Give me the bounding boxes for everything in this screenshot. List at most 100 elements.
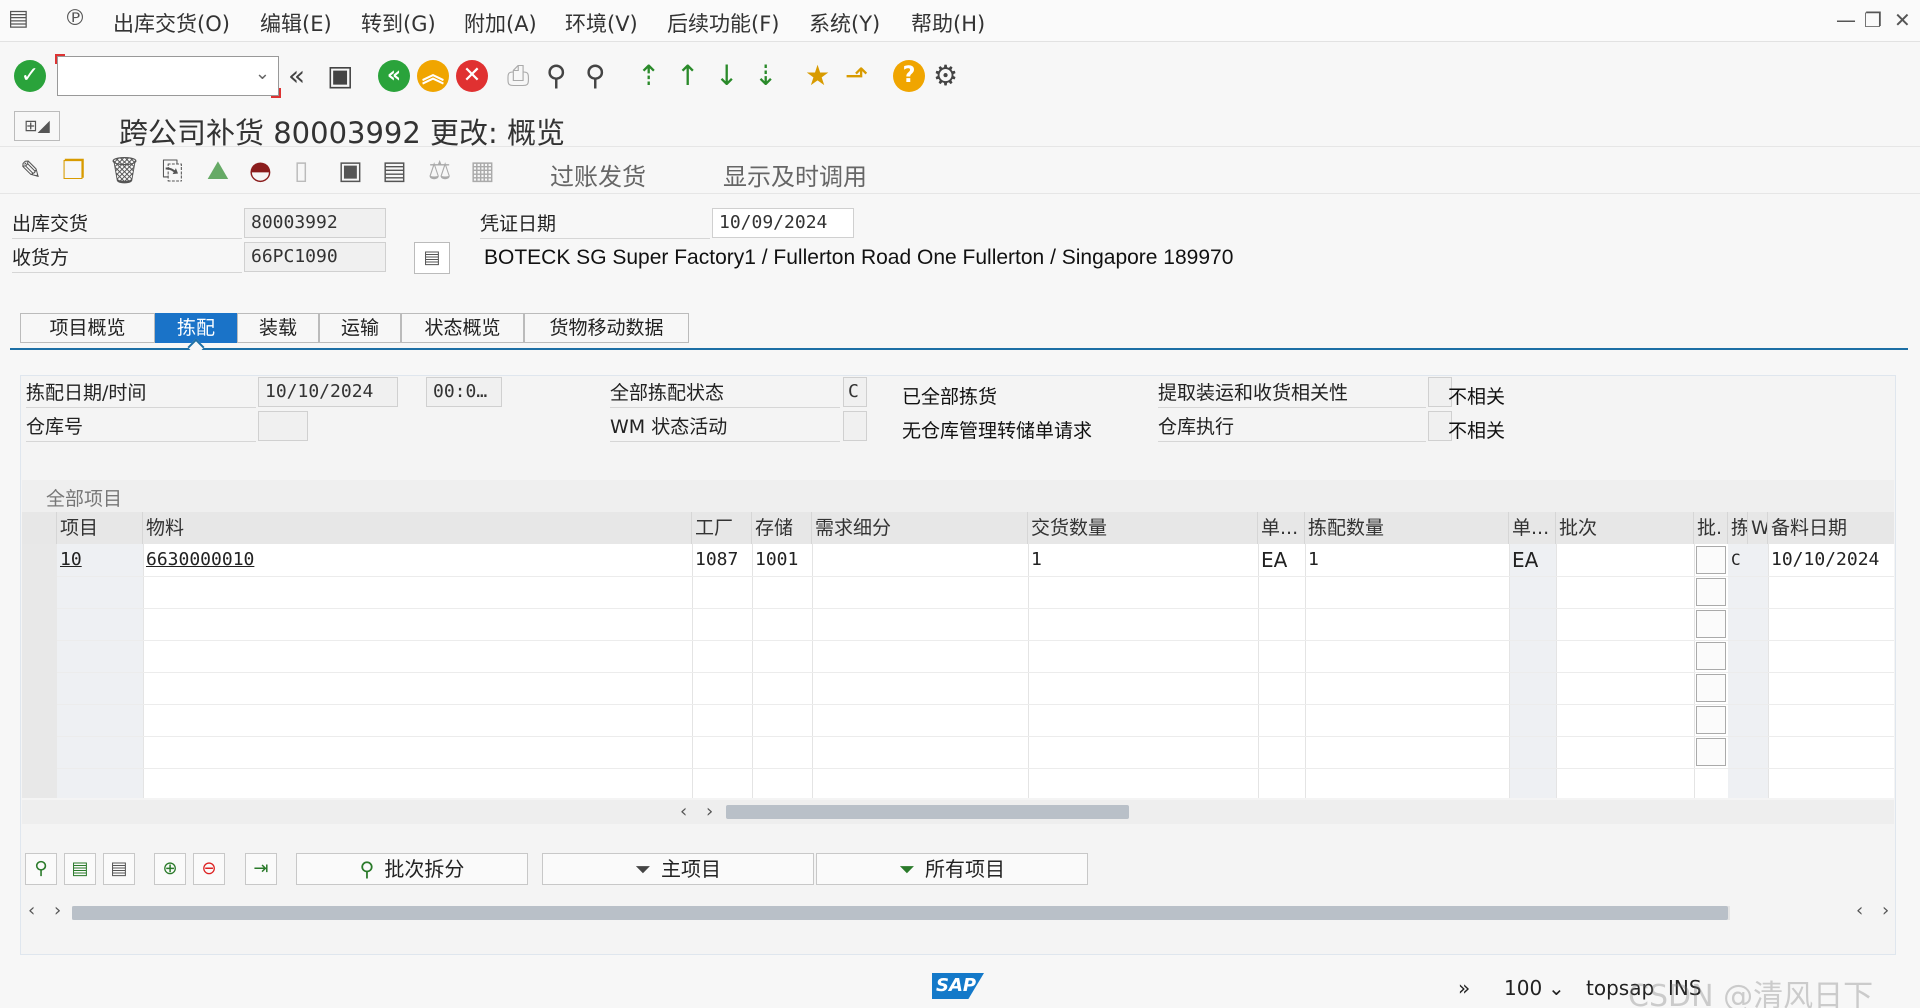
batch-split-checkbox[interactable]: [1696, 546, 1726, 574]
next-page-icon[interactable]: ↓: [715, 60, 738, 92]
find-icon[interactable]: ⚲: [546, 60, 567, 92]
cell-plant[interactable]: 1087: [692, 544, 752, 576]
cell-item[interactable]: 10: [57, 544, 143, 576]
print-icon[interactable]: ⎙: [507, 60, 529, 92]
menu-goto[interactable]: 转到(G): [361, 8, 436, 38]
col-header-picked-qty[interactable]: 拣配数量: [1305, 512, 1509, 544]
double-left-icon[interactable]: «: [288, 60, 305, 92]
wm-status-field[interactable]: [843, 411, 867, 441]
cell-delivery-qty[interactable]: 1: [1028, 544, 1258, 576]
cell-picked-qty[interactable]: 1: [1305, 544, 1509, 576]
menu-extras[interactable]: 附加(A): [464, 8, 537, 38]
document-date-field[interactable]: 10/09/2024: [712, 208, 854, 238]
menu-icon[interactable]: ▤: [8, 6, 29, 31]
panel-scroll-end-left-icon[interactable]: ‹: [1856, 900, 1863, 921]
pick-time-field[interactable]: 00:0…: [426, 377, 502, 407]
balance-icon[interactable]: ⚖: [428, 156, 451, 186]
warehouse-field[interactable]: [258, 411, 308, 441]
menu-edit[interactable]: 编辑(E): [260, 8, 332, 38]
delivery-field[interactable]: 80003992: [244, 208, 386, 238]
minimize-icon[interactable]: —: [1836, 8, 1856, 32]
tab-transport[interactable]: 运输: [319, 313, 401, 343]
layout-icon[interactable]: ℗: [64, 6, 86, 31]
cell-requirement-segment[interactable]: [812, 544, 1028, 576]
grid-scroll-right-icon[interactable]: ›: [706, 801, 713, 822]
enter-icon[interactable]: ✓: [14, 60, 46, 92]
last-page-icon[interactable]: ⇣: [754, 60, 777, 92]
tab-item-overview[interactable]: 项目概览: [20, 313, 155, 343]
grid-icon[interactable]: ▦: [470, 156, 495, 186]
find-next-icon[interactable]: ⚲: [585, 60, 606, 92]
back-icon[interactable]: «: [378, 60, 410, 92]
status-expand-icon[interactable]: »: [1458, 976, 1470, 1000]
delete-row-icon[interactable]: ⊖: [193, 853, 225, 885]
panel-scroll-thumb[interactable]: [72, 906, 1728, 920]
copy-icon[interactable]: ⎘: [162, 156, 183, 187]
exit-icon[interactable]: ︽: [417, 60, 449, 92]
panel-scroll-right-icon[interactable]: ›: [54, 900, 61, 921]
zoom-value[interactable]: 100: [1504, 976, 1542, 1000]
all-items-button[interactable]: ⏷ 所有项目: [816, 853, 1088, 885]
grid-scroll-thumb[interactable]: [726, 805, 1129, 819]
settings-icon[interactable]: ⚙: [933, 60, 958, 92]
help-icon[interactable]: ?: [893, 60, 925, 92]
cell-unit[interactable]: EA: [1258, 544, 1305, 576]
menu-toggle-icon[interactable]: ⊞◢: [14, 111, 60, 141]
col-header-unit[interactable]: 单...: [1258, 512, 1305, 544]
details-icon[interactable]: ⚲: [25, 853, 57, 885]
col-header-plant[interactable]: 工厂: [692, 512, 752, 544]
prev-page-icon[interactable]: ↑: [676, 60, 699, 92]
display-change-icon[interactable]: ✎: [20, 156, 42, 186]
col-header-wm[interactable]: W: [1748, 512, 1768, 544]
deselect-all-icon[interactable]: ▤: [103, 853, 135, 885]
batch-split-button[interactable]: ⚲ 批次拆分: [296, 853, 528, 885]
cell-storage-location[interactable]: 1001: [752, 544, 812, 576]
chevron-down-icon[interactable]: ⌄: [1548, 976, 1565, 1000]
col-header-item[interactable]: 项目: [57, 512, 143, 544]
batch-split-checkbox[interactable]: [1696, 610, 1726, 638]
col-header-unit-2[interactable]: 单...: [1509, 512, 1556, 544]
grid-scroll-left-icon[interactable]: ‹: [680, 801, 687, 822]
cancel-icon[interactable]: ✕: [456, 60, 488, 92]
col-header-material[interactable]: 物料: [143, 512, 692, 544]
col-header-avail-date[interactable]: 备料日期: [1768, 512, 1894, 544]
picture-icon[interactable]: ⛰: [207, 156, 229, 187]
tab-status-overview[interactable]: 状态概览: [401, 313, 524, 343]
col-header-requirement-segment[interactable]: 需求细分: [812, 512, 1028, 544]
col-header-storage-location[interactable]: 存储: [752, 512, 812, 544]
tab-goods-movement-data[interactable]: 货物移动数据: [524, 313, 689, 343]
show-overview-button[interactable]: 显示及时调用: [723, 157, 867, 192]
post-goods-issue-button[interactable]: 过账发货: [550, 157, 646, 192]
move-icon[interactable]: ⇥: [245, 853, 277, 885]
col-header-pick-status[interactable]: 拣: [1728, 512, 1748, 544]
other-delivery-icon[interactable]: ❐: [62, 156, 85, 186]
menu-environment[interactable]: 环境(V): [565, 8, 638, 38]
select-all-icon[interactable]: ▤: [64, 853, 96, 885]
col-header-batch[interactable]: 批次: [1556, 512, 1694, 544]
pick-date-field[interactable]: 10/10/2024: [258, 377, 398, 407]
maximize-icon[interactable]: ❐: [1864, 8, 1882, 32]
insert-row-icon[interactable]: ⊕: [154, 853, 186, 885]
first-page-icon[interactable]: ⇡: [637, 60, 660, 92]
address-icon[interactable]: ▤: [414, 242, 450, 274]
menu-delivery[interactable]: 出库交货(O): [113, 8, 230, 38]
overall-pick-status-field[interactable]: C: [843, 377, 867, 407]
document-icon[interactable]: ▯: [294, 156, 308, 186]
menu-help[interactable]: 帮助(H): [911, 8, 985, 38]
main-item-button[interactable]: ⏷ 主项目: [542, 853, 814, 885]
grid-row-selector-header[interactable]: [22, 512, 57, 544]
package-icon[interactable]: ▣: [338, 156, 363, 186]
delete-icon[interactable]: 🗑: [108, 156, 141, 186]
col-header-delivery-qty[interactable]: 交货数量: [1028, 512, 1258, 544]
ship-to-field[interactable]: 66PC1090: [244, 242, 386, 272]
hat-icon[interactable]: ◓: [249, 156, 272, 186]
tab-loading[interactable]: 装载: [237, 313, 319, 343]
cell-batch[interactable]: [1556, 544, 1694, 576]
batch-split-checkbox[interactable]: [1696, 738, 1726, 766]
chevron-down-icon[interactable]: ⌄: [255, 63, 270, 84]
col-header-batch-split[interactable]: 批.: [1694, 512, 1728, 544]
shortcut-icon[interactable]: ⬏: [845, 60, 868, 92]
close-window-icon[interactable]: ✕: [1894, 8, 1911, 32]
batch-split-checkbox[interactable]: [1696, 674, 1726, 702]
save-icon[interactable]: ▣: [327, 60, 353, 92]
